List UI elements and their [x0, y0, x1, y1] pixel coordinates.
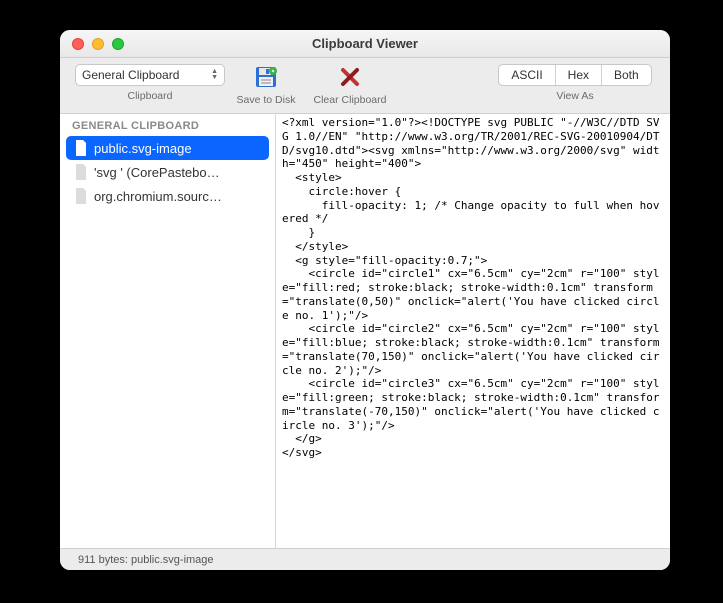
file-icon [74, 140, 88, 156]
window-title: Clipboard Viewer [60, 36, 670, 51]
app-window: Clipboard Viewer General Clipboard ▲▼ Cl… [60, 30, 670, 570]
save-group: Save to Disk [230, 64, 302, 106]
toolbar: General Clipboard ▲▼ Clipboard [60, 58, 670, 114]
list-item[interactable]: org.chromium.sourc… [60, 184, 275, 208]
viewas-segmented: ASCII Hex Both [498, 64, 651, 86]
clipboard-content: <?xml version="1.0"?><!DOCTYPE svg PUBLI… [276, 114, 670, 462]
clipboard-selector-value: General Clipboard [82, 68, 179, 82]
clipboard-selector-label: Clipboard [128, 90, 173, 102]
viewas-ascii[interactable]: ASCII [499, 65, 555, 85]
updown-icon: ▲▼ [211, 69, 218, 81]
viewas-both[interactable]: Both [602, 65, 651, 85]
content-pane[interactable]: <?xml version="1.0"?><!DOCTYPE svg PUBLI… [276, 114, 670, 548]
sidebar: GENERAL CLIPBOARD public.svg-image 'svg … [60, 114, 276, 548]
body: GENERAL CLIPBOARD public.svg-image 'svg … [60, 114, 670, 548]
list-item-label: org.chromium.sourc… [94, 189, 222, 204]
list-item[interactable]: 'svg ' (CorePastebo… [60, 160, 275, 184]
list-item-label: public.svg-image [94, 141, 192, 156]
status-text: 911 bytes: public.svg-image [78, 554, 214, 566]
viewas-group: ASCII Hex Both View As [490, 64, 660, 102]
clipboard-selector-group: General Clipboard ▲▼ Clipboard [70, 64, 230, 102]
statusbar: 911 bytes: public.svg-image [60, 548, 670, 570]
zoom-icon[interactable] [112, 38, 124, 50]
list-item[interactable]: public.svg-image [66, 136, 269, 160]
viewas-hex[interactable]: Hex [556, 65, 602, 85]
close-icon[interactable] [72, 38, 84, 50]
file-icon [74, 164, 88, 180]
traffic-lights [60, 38, 124, 50]
list-item-label: 'svg ' (CorePastebo… [94, 165, 220, 180]
viewas-label: View As [556, 90, 593, 102]
floppy-icon [254, 65, 278, 89]
clear-button[interactable] [335, 64, 365, 90]
clipboard-selector[interactable]: General Clipboard ▲▼ [75, 64, 225, 86]
clear-group: Clear Clipboard [302, 64, 398, 106]
titlebar: Clipboard Viewer [60, 30, 670, 58]
clear-label: Clear Clipboard [314, 94, 387, 106]
save-button[interactable] [251, 64, 281, 90]
x-icon [339, 66, 361, 88]
sidebar-header: GENERAL CLIPBOARD [60, 114, 275, 136]
minimize-icon[interactable] [92, 38, 104, 50]
file-icon [74, 188, 88, 204]
save-label: Save to Disk [237, 94, 296, 106]
